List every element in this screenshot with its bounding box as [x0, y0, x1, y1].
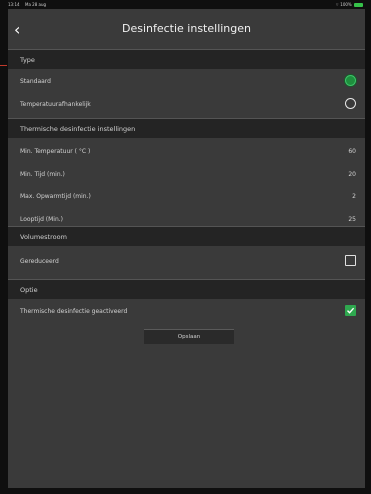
type-option-temperatuurafhankelijk[interactable]: Temperatuurafhankelijk — [20, 97, 356, 112]
header: ‹ Desinfectie instellingen — [8, 18, 365, 43]
wifi-icon: ⌔ — [335, 2, 339, 7]
battery-icon — [354, 3, 363, 7]
thermal-row-min-temp[interactable]: Min. Temperatuur ( °C ) 60 — [20, 144, 356, 159]
thermal-row-max-heat-time[interactable]: Max. Opwarmtijd (min.) 2 — [20, 189, 356, 204]
section-option: Optie — [8, 279, 365, 299]
checkbox-checked-icon[interactable] — [345, 305, 356, 316]
row-value[interactable]: 20 — [348, 167, 356, 182]
row-label: Gereduceerd — [20, 258, 59, 265]
edge-marker — [0, 65, 7, 66]
radio-unselected-icon[interactable] — [345, 98, 356, 109]
page-title: Desinfectie instellingen — [121, 22, 252, 35]
flow-row-gereduceerd[interactable]: Gereduceerd — [20, 254, 356, 269]
status-time: 13:14 — [8, 2, 20, 7]
row-value[interactable]: 60 — [348, 144, 356, 159]
row-label: Looptijd (Min.) — [20, 216, 64, 223]
option-row-thermal-activated[interactable]: Thermische desinfectie geactiveerd — [20, 304, 356, 319]
option-label: Standaard — [20, 78, 51, 85]
row-value[interactable]: 2 — [352, 189, 356, 204]
thermal-row-runtime[interactable]: Looptijd (Min.) 25 — [20, 212, 356, 227]
section-type: Type — [8, 49, 365, 69]
checkbox-unchecked-icon[interactable] — [345, 255, 356, 266]
battery-percent: 100% — [340, 2, 352, 7]
row-label: Min. Temperatuur ( °C ) — [20, 148, 91, 155]
row-label: Min. Tijd (min.) — [20, 171, 65, 178]
section-thermal: Thermische desinfectie instellingen — [8, 118, 365, 138]
status-indicators: ⌔ 100% — [335, 0, 363, 9]
radio-selected-icon[interactable] — [345, 75, 356, 86]
status-date: Ma 28 aug — [25, 2, 47, 7]
option-label: Temperatuurafhankelijk — [20, 101, 91, 108]
row-label: Max. Opwarmtijd (min.) — [20, 193, 91, 200]
settings-panel: ‹ Desinfectie instellingen Type Standaar… — [8, 9, 365, 488]
row-value[interactable]: 25 — [348, 212, 356, 227]
back-arrow-icon[interactable]: ‹ — [14, 21, 28, 39]
save-button[interactable]: Opslaan — [144, 329, 234, 344]
row-label: Thermische desinfectie geactiveerd — [20, 308, 128, 315]
thermal-row-min-time[interactable]: Min. Tijd (min.) 20 — [20, 167, 356, 182]
status-bar: 13:14 Ma 28 aug ⌔ 100% — [0, 0, 371, 9]
type-option-standaard[interactable]: Standaard — [20, 74, 356, 89]
section-flow: Volumestroom — [8, 226, 365, 246]
